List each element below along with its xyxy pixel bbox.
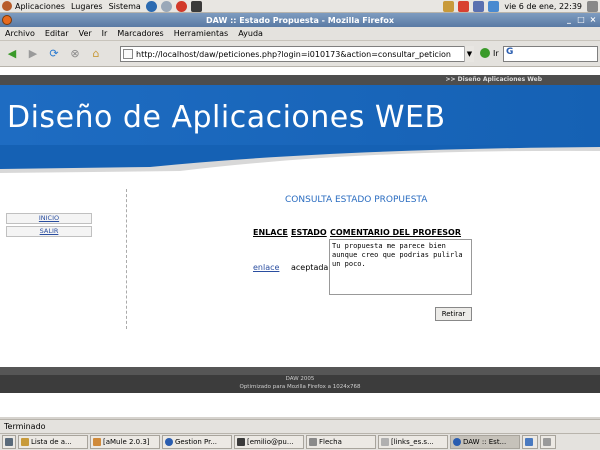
volume-icon[interactable] — [587, 1, 598, 12]
taskbar-label: [emilio@pu... — [247, 438, 294, 446]
document-icon — [381, 438, 389, 446]
terminal-launcher-icon[interactable] — [190, 0, 202, 12]
banner-swoosh — [0, 145, 600, 173]
minimize-button[interactable]: _ — [564, 15, 574, 25]
app-icon — [21, 438, 29, 446]
reload-icon[interactable]: ⟳ — [45, 45, 63, 63]
sidebar: INICIO SALIR — [6, 213, 92, 239]
firefox-icon — [2, 15, 12, 25]
menu-lugares[interactable]: Lugares — [68, 2, 106, 11]
page-icon — [123, 49, 133, 59]
network-tray-icon[interactable] — [488, 1, 500, 12]
go-label: Ir — [493, 48, 499, 58]
mail-tray-icon[interactable] — [458, 1, 470, 12]
taskbar-label: Lista de a... — [31, 438, 72, 446]
vertical-divider — [126, 189, 127, 329]
top-strip-text: >> Diseño Aplicaciones Web — [445, 76, 542, 83]
help-launcher-icon[interactable] — [175, 0, 187, 12]
menu-ver[interactable]: Ver — [74, 29, 97, 38]
taskbar-label: [aMule 2.0.3] — [103, 438, 150, 446]
url-bar[interactable]: http://localhost/daw/peticiones.php?logi… — [120, 46, 474, 62]
forward-arrow-icon[interactable]: ▶ — [24, 45, 42, 63]
stop-icon[interactable]: ⊗ — [66, 45, 84, 63]
gnome-foot-icon[interactable] — [2, 1, 12, 11]
go-button[interactable]: Ir — [480, 48, 499, 58]
footer-line-1: DAW 2005 — [285, 376, 315, 382]
maximize-button[interactable]: □ — [576, 15, 586, 25]
taskbar-item-terminal[interactable]: [emilio@pu... — [234, 435, 304, 449]
menu-marcadores[interactable]: Marcadores — [112, 29, 168, 38]
image-icon — [309, 438, 317, 446]
menu-ir[interactable]: Ir — [97, 29, 113, 38]
desktop-icon — [5, 438, 13, 446]
page-footer: DAW 2005 Optimizado para Mozilla Firefox… — [0, 367, 600, 393]
search-input[interactable]: G — [503, 46, 598, 62]
professor-comment-box[interactable]: Tu propuesta me parece bien aunque creo … — [329, 239, 472, 295]
banner-title: Diseño de Aplicaciones WEB — [7, 100, 446, 135]
menu-sistema[interactable]: Sistema — [106, 2, 144, 11]
taskbar: Lista de a... [aMule 2.0.3] Gestion Pr..… — [0, 433, 600, 450]
home-icon[interactable]: ⌂ — [87, 45, 105, 63]
status-bar: Terminado — [0, 419, 600, 433]
site-banner: Diseño de Aplicaciones WEB — [0, 85, 600, 145]
clock[interactable]: vie 6 de ene, 22:39 — [501, 2, 585, 11]
top-strip: >> Diseño Aplicaciones Web — [0, 75, 600, 85]
terminal-icon — [237, 438, 245, 446]
monitor-tray-icon[interactable] — [473, 1, 485, 12]
footer-line-2: Optimizado para Mozilla Firefox a 1024x7… — [239, 384, 361, 390]
firefox-icon — [453, 438, 461, 446]
back-arrow-icon[interactable]: ◀ — [3, 45, 21, 63]
firefox-icon — [165, 438, 173, 446]
sidebar-link-inicio[interactable]: INICIO — [6, 213, 92, 224]
sidebar-link-salir[interactable]: SALIR — [6, 226, 92, 237]
estado-value: aceptada — [291, 263, 329, 272]
go-icon — [480, 48, 490, 58]
enlace-link[interactable]: enlace — [253, 263, 279, 272]
column-header-comentario: COMENTARIO DEL PROFESOR — [330, 228, 462, 237]
column-header-estado: ESTADO — [291, 228, 327, 237]
workspace-icon — [525, 438, 533, 446]
taskbar-label: DAW :: Est... — [463, 438, 507, 446]
url-text: http://localhost/daw/peticiones.php?logi… — [136, 49, 451, 59]
google-search-icon: G — [506, 47, 514, 57]
gnome-top-panel: Aplicaciones Lugares Sistema vie 6 de en… — [0, 0, 600, 13]
section-title: CONSULTA ESTADO PROPUESTA — [285, 195, 428, 205]
footer-text: DAW 2005 Optimizado para Mozilla Firefox… — [0, 375, 600, 391]
taskbar-item-links[interactable]: [links_es.s... — [378, 435, 448, 449]
user-tray-icon[interactable] — [443, 1, 455, 12]
trash-button[interactable] — [540, 435, 556, 449]
url-dropdown-icon[interactable]: ▼ — [464, 46, 474, 62]
taskbar-item-gestion[interactable]: Gestion Pr... — [162, 435, 232, 449]
page-content: >> Diseño Aplicaciones Web Diseño de Apl… — [0, 67, 600, 417]
taskbar-label: Gestion Pr... — [175, 438, 218, 446]
menubar: Archivo Editar Ver Ir Marcadores Herrami… — [0, 27, 600, 41]
retirar-button[interactable]: Retirar — [435, 307, 472, 321]
taskbar-item-daw[interactable]: DAW :: Est... — [450, 435, 520, 449]
show-desktop-button[interactable] — [2, 435, 16, 449]
taskbar-label: Flecha — [319, 438, 342, 446]
taskbar-item-amule[interactable]: [aMule 2.0.3] — [90, 435, 160, 449]
menu-editar[interactable]: Editar — [40, 29, 74, 38]
amule-icon — [93, 438, 101, 446]
menu-aplicaciones[interactable]: Aplicaciones — [12, 2, 68, 11]
menu-archivo[interactable]: Archivo — [0, 29, 40, 38]
trash-icon — [543, 438, 551, 446]
menu-herramientas[interactable]: Herramientas — [169, 29, 234, 38]
web-browser-launcher-icon[interactable] — [145, 0, 157, 12]
taskbar-item-flecha[interactable]: Flecha — [306, 435, 376, 449]
column-header-enlace: ENLACE — [253, 228, 288, 237]
close-button[interactable]: × — [588, 15, 598, 25]
workspace-switcher[interactable] — [522, 435, 538, 449]
window-titlebar[interactable]: DAW :: Estado Propuesta - Mozilla Firefo… — [0, 13, 600, 27]
settings-launcher-icon[interactable] — [160, 0, 172, 12]
menu-ayuda[interactable]: Ayuda — [233, 29, 268, 38]
window-title: DAW :: Estado Propuesta - Mozilla Firefo… — [206, 15, 394, 25]
taskbar-item-lista[interactable]: Lista de a... — [18, 435, 88, 449]
taskbar-label: [links_es.s... — [391, 438, 434, 446]
navigation-toolbar: ◀ ▶ ⟳ ⊗ ⌂ http://localhost/daw/peticione… — [0, 41, 600, 67]
footer-top-strip — [0, 367, 600, 375]
